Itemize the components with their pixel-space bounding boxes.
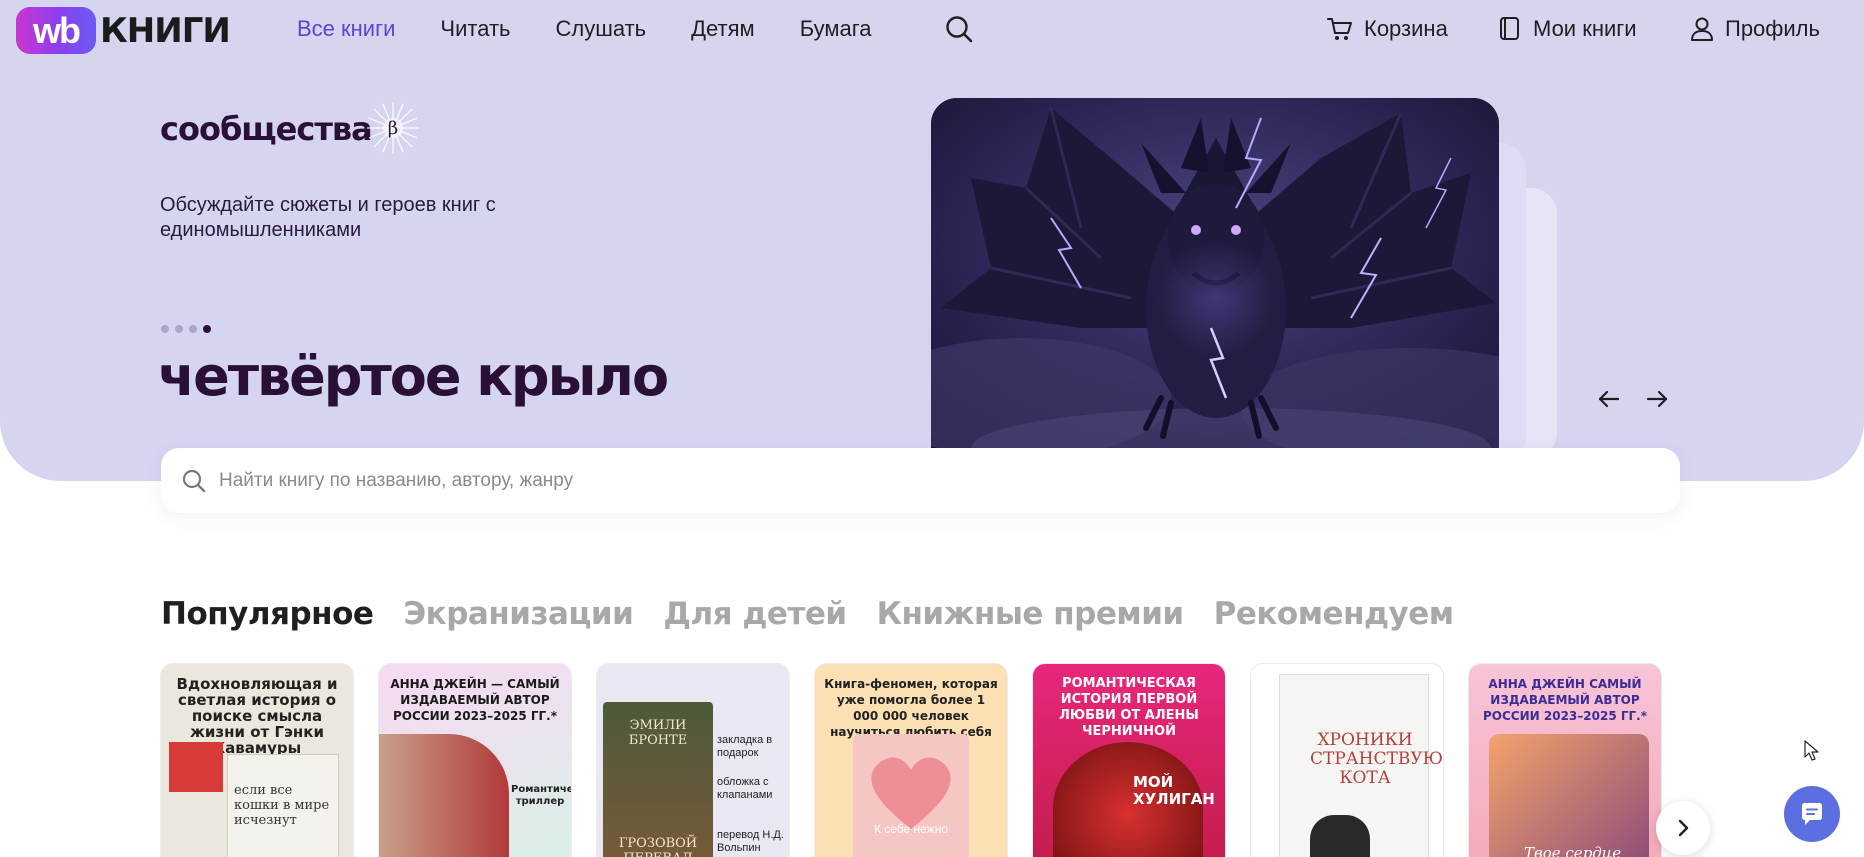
search-icon[interactable] [944,14,974,44]
page: wb КНИГИ Все книги Читать Слушать Детям … [0,0,1864,857]
main-nav: Все книги Читать Слушать Детям Бумага [297,16,917,42]
book-cover-title: ГРОЗОВОЙ ПЕРЕВАЛ [618,836,698,857]
community-title: сообщества [160,110,373,148]
profile-label: Профиль [1725,16,1820,41]
logo-text: КНИГИ [100,10,231,51]
book-cover-art: К себе нежно [853,734,969,857]
tab-kids[interactable]: Для детей [663,596,847,632]
my-books-link[interactable]: Мои книги [1497,15,1637,43]
hero-title[interactable]: четвёртое крыло [158,345,669,408]
cart-link[interactable]: Корзина [1326,15,1448,43]
book-headline: РОМАНТИЧЕСКАЯ ИСТОРИЯ ПЕРВОЙ ЛЮБВИ ОТ АЛ… [1059,676,1199,739]
search-bar[interactable] [161,448,1680,513]
cat-illustration [1310,815,1370,857]
beta-badge: β [388,118,398,139]
tab-popular[interactable]: Популярное [161,596,374,632]
chat-button[interactable] [1784,786,1840,842]
book-card[interactable]: ЭМИЛИ БРОНТЕ ГРОЗОВОЙ ПЕРЕВАЛ закладка в… [597,664,789,857]
profile-link[interactable]: Профиль [1689,15,1820,43]
slide-dot[interactable] [161,325,169,333]
book-icon [1500,17,1519,40]
arrow-right-icon[interactable] [1642,384,1672,414]
book-extra: обложка с клапанами [717,776,773,801]
dragon-illustration [931,98,1499,460]
book-card[interactable]: Книга-феномен, которая уже помогла более… [815,664,1007,857]
cart-label: Корзина [1364,16,1448,41]
tab-awards[interactable]: Книжные премии [877,596,1185,632]
logo[interactable]: wb КНИГИ [16,7,231,54]
nav-paper[interactable]: Бумага [800,16,872,42]
community-logo[interactable]: сообщества β [160,102,419,154]
carousel-next-button[interactable] [1656,801,1710,855]
book-cover-art [1489,734,1649,857]
book-cover-art: ХРОНИКИ СТРАНСТВУЮЩЕГО КОТА [1279,674,1443,857]
book-headline: АННА ДЖЕЙН — САМЫЙ ИЗДАВАЕМЫЙ АВТОР РОСС… [390,677,560,723]
book-card[interactable]: РОМАНТИЧЕСКАЯ ИСТОРИЯ ПЕРВОЙ ЛЮБВИ ОТ АЛ… [1033,664,1225,857]
book-extra: закладка в подарок [717,734,773,759]
hero-banner-image[interactable] [931,98,1499,460]
book-card[interactable]: Вдохновляющая и светлая история о поиске… [161,664,353,857]
book-headline: АННА ДЖЕЙН САМЫЙ ИЗДАВАЕМЫЙ АВТОР РОССИИ… [1483,677,1647,723]
search-icon [182,469,206,492]
nav-all-books[interactable]: Все книги [297,16,395,42]
book-cover-art: ЭМИЛИ БРОНТЕ ГРОЗОВОЙ ПЕРЕВАЛ [603,702,713,857]
book-cover-title: Твое сердце будет [1524,844,1622,857]
slide-dot[interactable] [189,325,197,333]
slide-dot-active[interactable] [203,325,211,333]
book-card[interactable]: ХРОНИКИ СТРАНСТВУЮЩЕГО КОТА [1251,664,1443,857]
book-extra: перевод Н.Д. Вольпин [717,829,784,854]
slide-indicator [161,325,211,333]
category-tabs: Популярное Экранизации Для детей Книжные… [161,596,1484,632]
book-headline: Книга-феномен, которая уже помогла более… [824,677,998,739]
community-description: Обсуждайте сюжеты и героев книг с едином… [160,194,496,241]
book-cover-title: ХРОНИКИ СТРАНСТВУЮЩЕГО КОТА [1310,730,1443,788]
chevron-right-icon [1678,819,1689,837]
header: wb КНИГИ Все книги Читать Слушать Детям … [0,0,1864,60]
book-cover-title: МОЙ ХУЛИГАН [1133,773,1215,808]
tab-recommended[interactable]: Рекомендуем [1214,596,1454,632]
chat-icon [1802,803,1822,825]
book-author: ЭМИЛИ БРОНТЕ [628,718,688,748]
book-card[interactable]: АННА ДЖЕЙН САМЫЙ ИЗДАВАЕМЫЙ АВТОР РОССИИ… [1469,664,1661,857]
book-cover-art [379,734,509,857]
my-books-label: Мои книги [1533,16,1637,41]
sparkle-icon: β [367,102,419,154]
slide-dot[interactable] [175,325,183,333]
cart-icon [1327,18,1352,40]
nav-listen[interactable]: Слушать [555,16,646,42]
search-input[interactable] [219,469,1619,492]
book-carousel: Вдохновляющая и светлая история о поиске… [161,664,1661,857]
book-cover-title: Романтический триллер [511,784,571,807]
tab-adaptations[interactable]: Экранизации [403,596,633,632]
user-icon [1691,17,1713,41]
mouse-cursor-icon [1804,740,1819,761]
arrow-left-icon[interactable] [1594,384,1624,414]
book-cover-title: если все кошки в мире исчезнут [227,754,339,857]
book-sticker [169,742,223,792]
book-card[interactable]: АННА ДЖЕЙН — САМЫЙ ИЗДАВАЕМЫЙ АВТОР РОСС… [379,664,571,857]
nav-kids[interactable]: Детям [691,16,755,42]
logo-badge: wb [16,7,96,54]
nav-read[interactable]: Читать [440,16,510,42]
book-cover-title: К себе нежно [873,822,949,836]
